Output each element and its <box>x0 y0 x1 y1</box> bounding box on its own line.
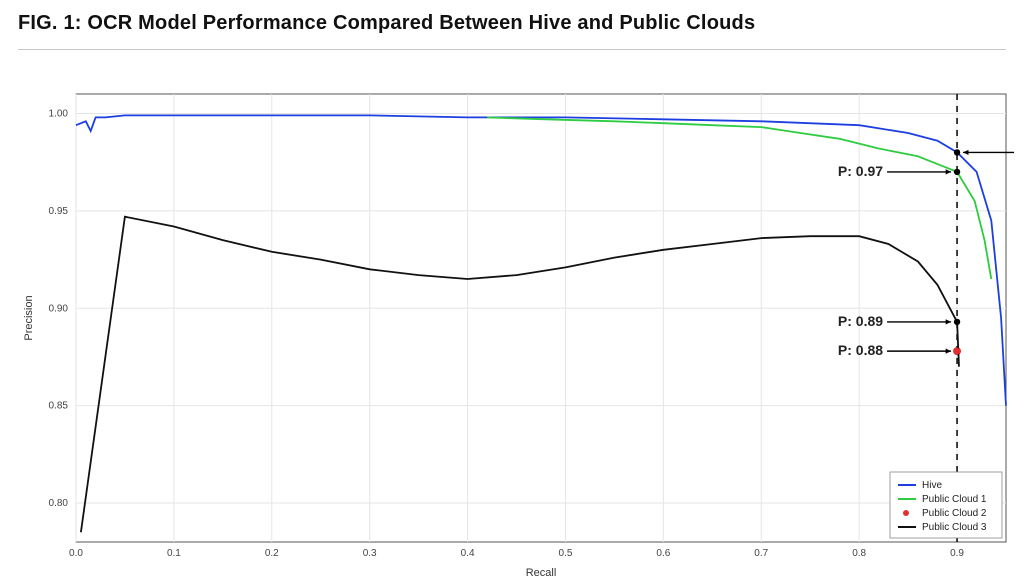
svg-text:0.1: 0.1 <box>167 548 181 559</box>
series-line-hive <box>76 115 1006 405</box>
svg-text:0.3: 0.3 <box>363 548 377 559</box>
series-line-public-cloud-1 <box>487 117 991 279</box>
svg-text:0.95: 0.95 <box>49 206 69 217</box>
svg-text:0.80: 0.80 <box>49 498 69 509</box>
svg-text:P: 0.88: P: 0.88 <box>838 342 883 358</box>
svg-text:P: 0.89: P: 0.89 <box>838 313 883 329</box>
svg-text:P: 0.97: P: 0.97 <box>838 163 883 179</box>
svg-text:Recall: Recall <box>526 567 557 579</box>
title-divider <box>18 49 1006 50</box>
svg-text:Precision: Precision <box>23 295 35 340</box>
legend-item: Public Cloud 1 <box>922 494 987 505</box>
svg-text:0.90: 0.90 <box>49 303 69 314</box>
svg-text:0.5: 0.5 <box>559 548 573 559</box>
legend-item: Public Cloud 2 <box>922 508 987 519</box>
svg-text:0.0: 0.0 <box>69 548 83 559</box>
pr-chart: 0.0 0.1 0.2 0.3 0.4 0.5 0.6 0.7 0.8 0.9 0.80 0.85 0.… <box>14 52 1014 582</box>
svg-text:1.00: 1.00 <box>49 108 69 119</box>
legend-item: Public Cloud 3 <box>922 522 987 533</box>
svg-text:0.9: 0.9 <box>950 548 964 559</box>
svg-text:0.4: 0.4 <box>461 548 475 559</box>
svg-text:0.7: 0.7 <box>754 548 768 559</box>
svg-text:0.6: 0.6 <box>656 548 670 559</box>
legend-item: Hive <box>922 480 942 491</box>
svg-text:0.85: 0.85 <box>49 401 69 412</box>
series-line-public-cloud-3 <box>81 217 959 533</box>
figure-title: FIG. 1: OCR Model Performance Compared B… <box>18 12 1006 35</box>
svg-text:0.8: 0.8 <box>852 548 866 559</box>
svg-text:0.2: 0.2 <box>265 548 279 559</box>
